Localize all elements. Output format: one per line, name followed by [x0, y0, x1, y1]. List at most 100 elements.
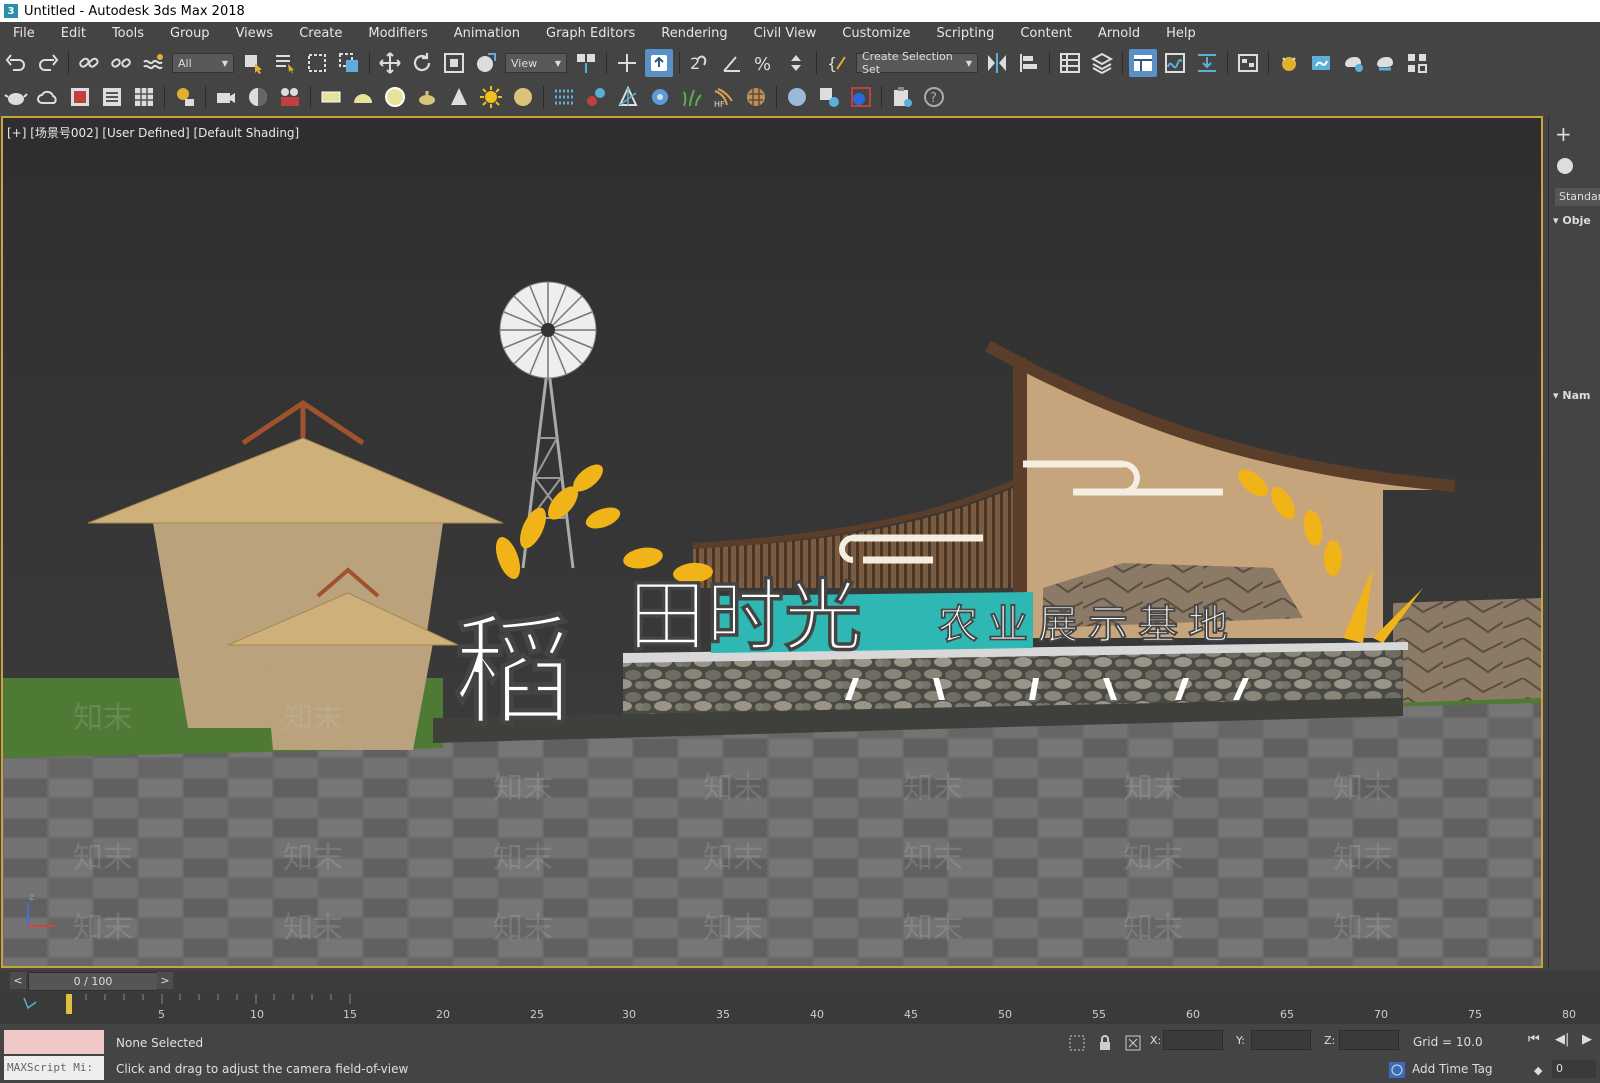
- image-plane-icon[interactable]: [66, 83, 94, 111]
- play-icon[interactable]: ▶: [1582, 1032, 1592, 1047]
- align-icon[interactable]: [1015, 49, 1043, 77]
- teapot-primitive-icon[interactable]: [413, 83, 441, 111]
- z-coordinate-field[interactable]: [1339, 1030, 1399, 1050]
- unlink-selection-icon[interactable]: [107, 49, 135, 77]
- select-and-move-icon[interactable]: [376, 49, 404, 77]
- sky-light-icon[interactable]: [509, 83, 537, 111]
- render-region-icon[interactable]: [847, 83, 875, 111]
- time-slider[interactable]: < 0 / 100 >: [0, 970, 1600, 992]
- named-selection-set-dropdown[interactable]: Create Selection Set ▼: [856, 50, 978, 76]
- select-and-place-icon[interactable]: [472, 49, 500, 77]
- add-time-tag-button[interactable]: Add Time Tag: [1412, 1062, 1493, 1076]
- pivot-center-icon[interactable]: [572, 49, 600, 77]
- isolate-selection-icon[interactable]: [1068, 1034, 1086, 1052]
- menu-scripting[interactable]: Scripting: [924, 22, 1008, 46]
- menu-arnold[interactable]: Arnold: [1085, 22, 1153, 46]
- menu-file[interactable]: File: [0, 22, 48, 46]
- lock-icon[interactable]: [1096, 1034, 1114, 1052]
- maxscript-input[interactable]: MAXScript Mi:: [4, 1056, 104, 1080]
- mirror-icon[interactable]: [983, 49, 1011, 77]
- angle-snap-icon[interactable]: [718, 49, 746, 77]
- rectangular-selection-icon[interactable]: [303, 49, 331, 77]
- sphere-primitive-icon[interactable]: [381, 83, 409, 111]
- bind-to-space-warp-icon[interactable]: [139, 49, 167, 77]
- menu-edit[interactable]: Edit: [48, 22, 99, 46]
- grass-icon[interactable]: [678, 83, 706, 111]
- cone-primitive-icon[interactable]: [445, 83, 473, 111]
- half-sphere-icon[interactable]: [244, 83, 272, 111]
- environment-sphere-icon[interactable]: [783, 83, 811, 111]
- schematic-view-icon[interactable]: [1234, 49, 1262, 77]
- current-frame-field[interactable]: 0: [1552, 1060, 1596, 1078]
- list-panel-icon[interactable]: [98, 83, 126, 111]
- spinner-snap-icon[interactable]: [782, 49, 810, 77]
- curve-editor-icon[interactable]: [1161, 49, 1189, 77]
- previous-frame-icon[interactable]: ◀|: [1555, 1032, 1569, 1047]
- menu-customize[interactable]: Customize: [829, 22, 923, 46]
- track-bar[interactable]: 5 10 15 20 25 30 35 40 45 50 55 60 65 70 75 80: [0, 992, 1600, 1024]
- go-to-start-icon[interactable]: ⏮: [1528, 1032, 1540, 1047]
- material-editor-icon[interactable]: [1275, 49, 1303, 77]
- select-by-name-icon[interactable]: [271, 49, 299, 77]
- light-list-icon[interactable]: [171, 83, 199, 111]
- teapot-icon[interactable]: [2, 83, 30, 111]
- menu-views[interactable]: Views: [223, 22, 287, 46]
- edit-named-selection-icon[interactable]: {: [823, 49, 851, 77]
- selection-filter-dropdown[interactable]: All ▼: [172, 53, 234, 73]
- menu-group[interactable]: Group: [157, 22, 223, 46]
- helper-object-icon[interactable]: [582, 83, 610, 111]
- time-tag-icon[interactable]: [1388, 1061, 1406, 1079]
- cloth-icon[interactable]: [742, 83, 770, 111]
- perspective-viewport[interactable]: [+] [场景号002] [User Defined] [Default Sha…: [1, 116, 1543, 968]
- menu-civil-view[interactable]: Civil View: [741, 22, 830, 46]
- menu-rendering[interactable]: Rendering: [648, 22, 740, 46]
- render-production-icon[interactable]: [1371, 49, 1399, 77]
- plane-primitive-icon[interactable]: [317, 83, 345, 111]
- clipboard-icon[interactable]: [888, 83, 916, 111]
- particle-system-icon[interactable]: [550, 83, 578, 111]
- asset-tracking-icon[interactable]: [815, 83, 843, 111]
- redo-icon[interactable]: [34, 49, 62, 77]
- render-in-cloud-icon[interactable]: [1403, 49, 1431, 77]
- cloud-icon[interactable]: [34, 83, 62, 111]
- window-crossing-icon[interactable]: [335, 49, 363, 77]
- geometry-icon[interactable]: [1555, 156, 1575, 176]
- menu-content[interactable]: Content: [1007, 22, 1085, 46]
- select-and-scale-icon[interactable]: [440, 49, 468, 77]
- absolute-mode-icon[interactable]: [1124, 1034, 1142, 1052]
- dope-sheet-icon[interactable]: [1193, 49, 1221, 77]
- reference-coordinate-dropdown[interactable]: View ▼: [505, 53, 567, 73]
- menu-create[interactable]: Create: [286, 22, 355, 46]
- gear-sphere-icon[interactable]: [646, 83, 674, 111]
- undo-icon[interactable]: [2, 49, 30, 77]
- grid-panel-icon[interactable]: [130, 83, 158, 111]
- hair-fur-icon[interactable]: HF: [710, 83, 738, 111]
- select-and-link-icon[interactable]: [75, 49, 103, 77]
- menu-help[interactable]: Help: [1153, 22, 1209, 46]
- scene-explorer-icon[interactable]: [1056, 49, 1084, 77]
- time-slider-frame[interactable]: 0 / 100: [28, 972, 158, 991]
- film-camera-icon[interactable]: [276, 83, 304, 111]
- create-tab-icon[interactable]: +: [1555, 122, 1572, 146]
- menu-tools[interactable]: Tools: [99, 22, 157, 46]
- help-icon[interactable]: ?: [920, 83, 948, 111]
- hemisphere-primitive-icon[interactable]: [349, 83, 377, 111]
- snaps-toggle-icon[interactable]: 2: [686, 49, 714, 77]
- render-setup-icon[interactable]: [1307, 49, 1335, 77]
- select-and-manipulate-icon[interactable]: [613, 49, 641, 77]
- select-object-icon[interactable]: [239, 49, 267, 77]
- maxscript-listener-mini[interactable]: [4, 1030, 104, 1054]
- key-mode-icon[interactable]: ◆: [1534, 1064, 1542, 1077]
- x-coordinate-field[interactable]: [1163, 1030, 1223, 1050]
- menu-modifiers[interactable]: Modifiers: [355, 22, 440, 46]
- 3dsmax-app-icon[interactable]: 3: [4, 4, 18, 18]
- time-slider-prev-button[interactable]: <: [10, 972, 26, 989]
- select-and-rotate-icon[interactable]: [408, 49, 436, 77]
- name-color-rollout[interactable]: ▾ Nam: [1553, 389, 1590, 402]
- layer-explorer-icon[interactable]: [1088, 49, 1116, 77]
- object-type-rollout[interactable]: ▾ Obje: [1553, 214, 1591, 227]
- rendered-frame-window-icon[interactable]: [1339, 49, 1367, 77]
- percent-snap-icon[interactable]: %: [750, 49, 778, 77]
- keyboard-shortcut-override-icon[interactable]: [645, 49, 673, 77]
- time-slider-next-button[interactable]: >: [157, 972, 173, 989]
